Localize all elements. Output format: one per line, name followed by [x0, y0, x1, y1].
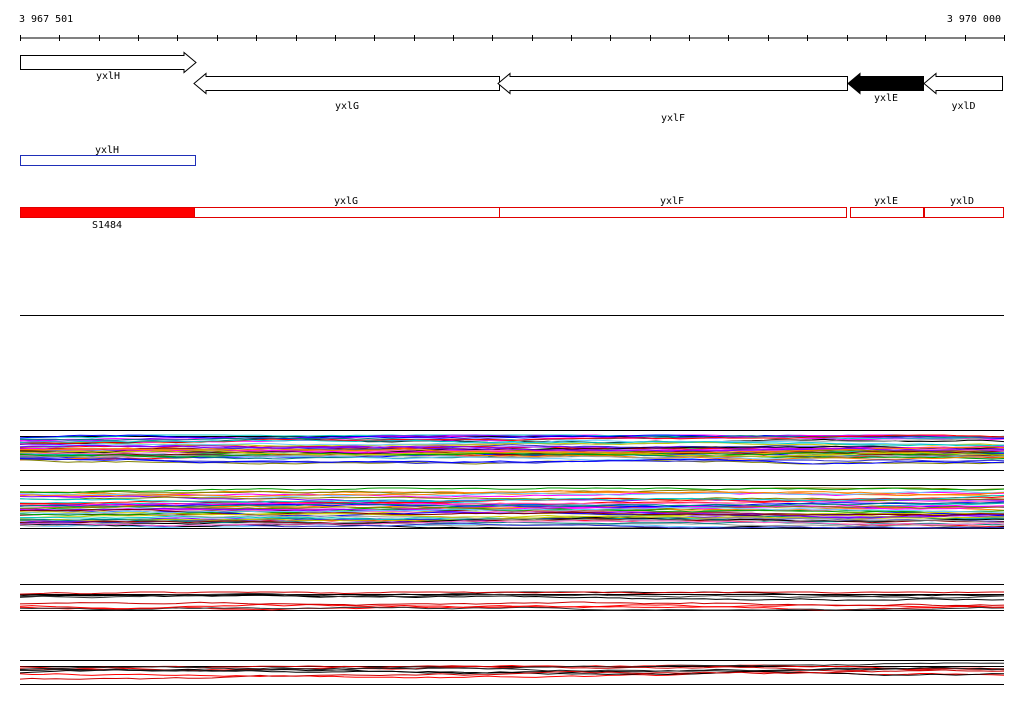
annotation-box-yxlD[interactable]	[924, 207, 1004, 218]
genome-track-canvas: 3 967 501 3 970 000 yxlH yxlG yxlF yxlE	[19, 14, 1005, 685]
expression-panel-4	[19, 660, 1005, 685]
gene-yxlD[interactable]: yxlD	[923, 72, 1003, 113]
gene-yxlG[interactable]: yxlG	[193, 72, 500, 113]
annotation-track: S1484 yxlG yxlF yxlE yxlD	[20, 196, 1004, 231]
gene-arrow[interactable]	[497, 72, 848, 95]
gene-yxlE[interactable]: yxlE	[847, 72, 924, 105]
expression-panel-3	[19, 584, 1005, 611]
gene-arrow[interactable]	[20, 51, 197, 74]
expression-panel-1	[19, 430, 1005, 471]
gene-label: yxlE	[874, 93, 898, 104]
gene-yxlF[interactable]: yxlF	[497, 72, 848, 125]
expression-trace	[19, 591, 1004, 595]
annotation-label: S1484	[92, 220, 122, 231]
gene-label: yxlD	[951, 101, 975, 112]
annotation-box-yxlG[interactable]	[194, 207, 500, 218]
gene-arrow[interactable]	[193, 72, 500, 95]
coord-end-label: 3 970 000	[947, 14, 1001, 25]
annotation-label: yxlF	[660, 196, 684, 207]
annotation-label: yxlE	[874, 196, 898, 207]
gene-arrow[interactable]	[923, 72, 1003, 95]
gene-yxlH[interactable]: yxlH	[20, 51, 197, 83]
coord-start-label: 3 967 501	[19, 14, 73, 25]
expression-panel-2	[19, 485, 1005, 529]
annotation-box-yxlF[interactable]	[499, 207, 847, 218]
transcript-track: yxlH	[20, 145, 196, 166]
annotation-box-S1484[interactable]	[20, 207, 195, 218]
genome-browser-view: 3 967 501 3 970 000 yxlH yxlG yxlF yxlE	[0, 0, 1024, 714]
gene-label: yxlF	[661, 113, 685, 124]
gene-track: yxlH yxlG yxlF yxlE yxlD	[20, 51, 1003, 125]
annotation-label: yxlD	[950, 196, 974, 207]
annotation-label: yxlG	[334, 196, 358, 207]
expression-trace	[19, 601, 1005, 607]
gene-label: yxlH	[96, 71, 120, 82]
transcript-box[interactable]	[20, 155, 196, 166]
gene-label: yxlG	[335, 101, 359, 112]
annotation-box-yxlE[interactable]	[850, 207, 924, 218]
gene-arrow[interactable]	[847, 72, 924, 95]
transcript-label: yxlH	[95, 145, 119, 156]
